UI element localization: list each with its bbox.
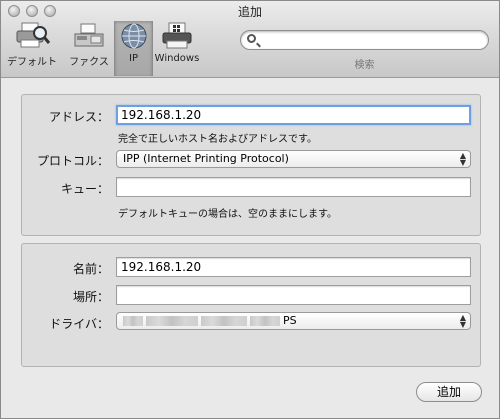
address-field[interactable]: 192.168.1.20	[116, 105, 471, 125]
title-toolbar: 追加 デフォルト ファクス IP Windows 検索	[1, 1, 499, 78]
toolbar-default[interactable]: デフォルト	[4, 21, 60, 73]
toolbar-windows-label: Windows	[154, 53, 200, 64]
blurred-text	[123, 316, 143, 326]
toolbar-fax[interactable]: ファクス	[64, 21, 114, 73]
name-label: 名前：	[72, 262, 109, 276]
blurred-text	[146, 316, 198, 326]
protocol-popup[interactable]: IPP (Internet Printing Protocol) ▲ ▼	[116, 150, 471, 168]
printer-magnifier-icon	[12, 21, 52, 51]
address-hint: 完全で正しいホスト名およびアドレスです。	[118, 134, 317, 145]
driver-value: PS	[283, 314, 297, 327]
blurred-text	[201, 316, 247, 326]
window-title: 追加	[237, 5, 262, 19]
toolbar-windows[interactable]: Windows	[152, 21, 202, 73]
search-label: 検索	[354, 60, 375, 71]
driver-label: ドライバ：	[49, 317, 109, 331]
location-field[interactable]	[116, 285, 471, 305]
add-printer-window: 追加 デフォルト ファクス IP Windows 検索 アドレス： 192.16…	[0, 0, 500, 419]
globe-icon	[119, 21, 149, 51]
blurred-text	[250, 316, 280, 326]
name-field[interactable]: 192.168.1.20	[116, 257, 471, 277]
protocol-label: プロトコル：	[36, 154, 109, 168]
queue-field[interactable]	[116, 177, 471, 197]
queue-label: キュー：	[60, 182, 109, 196]
toolbar-default-label: デフォルト	[7, 57, 57, 68]
windows-printer-icon	[157, 21, 197, 51]
protocol-value: IPP (Internet Printing Protocol)	[123, 152, 289, 165]
add-button[interactable]: 追加	[416, 382, 482, 402]
location-label: 場所：	[72, 290, 109, 304]
popup-arrows-icon: ▲ ▼	[459, 151, 466, 167]
search-icon	[247, 34, 256, 43]
queue-hint: デフォルトキューの場合は、空のままにします。	[118, 209, 337, 220]
popup-arrows-icon: ▲ ▼	[459, 313, 466, 329]
toolbar-ip[interactable]: IP	[114, 21, 153, 76]
search-field[interactable]	[240, 30, 489, 50]
toolbar-ip-label: IP	[129, 53, 138, 64]
driver-popup[interactable]: PS ▲ ▼	[116, 312, 471, 330]
toolbar-fax-label: ファクス	[69, 57, 109, 68]
fax-icon	[69, 21, 109, 51]
address-label: アドレス：	[48, 110, 109, 124]
